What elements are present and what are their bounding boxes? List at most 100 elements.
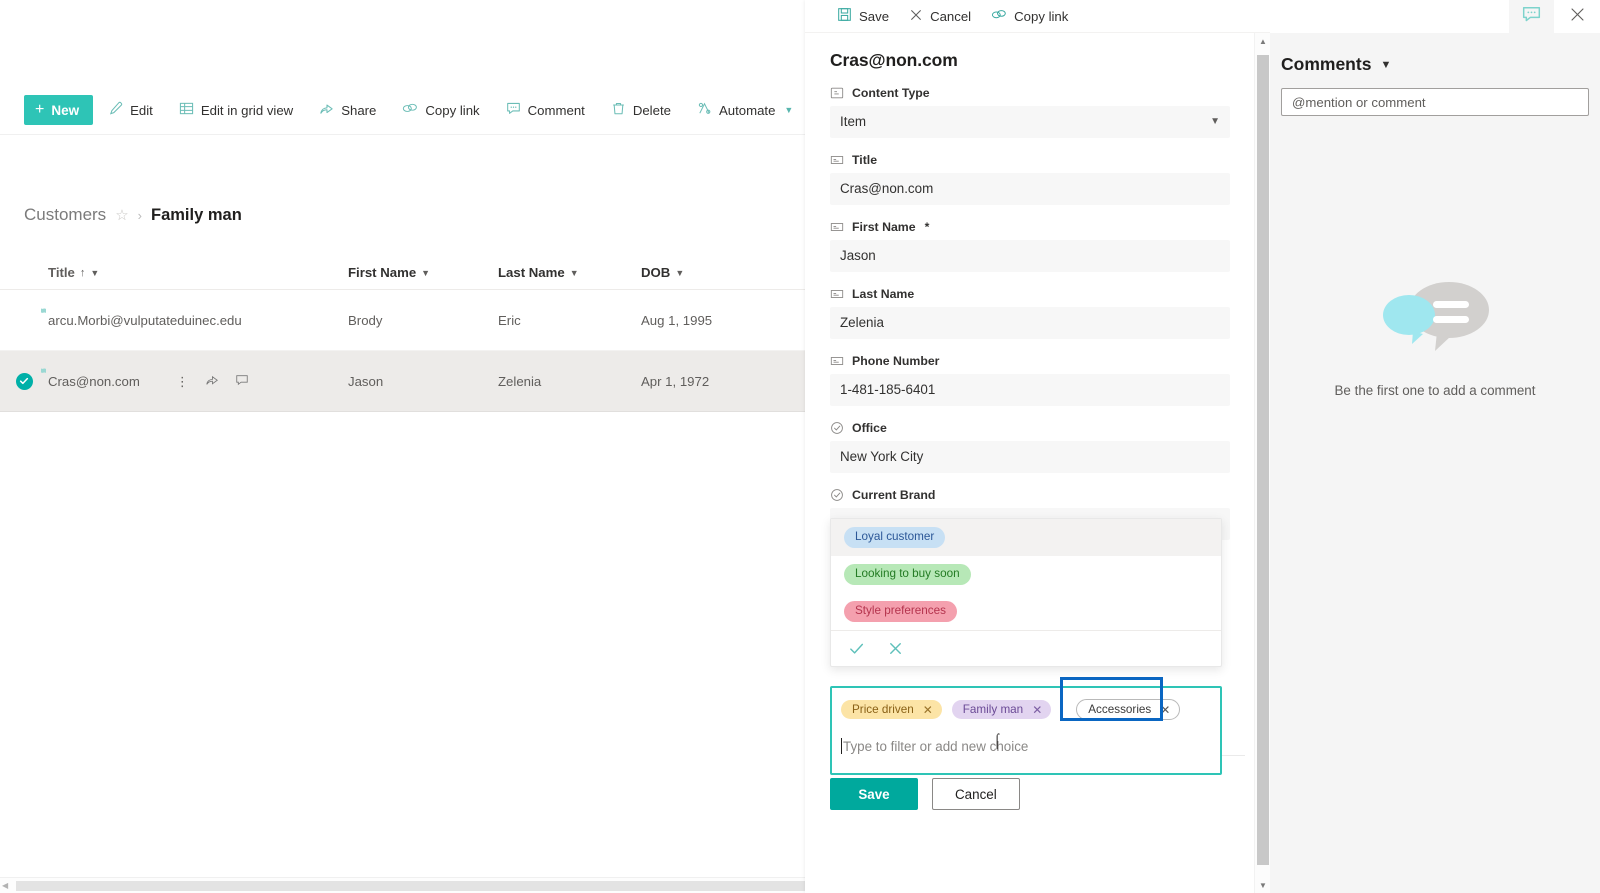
command-copy-link[interactable]: Copy link bbox=[391, 94, 490, 126]
first-name-input-value: Jason bbox=[840, 248, 876, 263]
command-delete[interactable]: Delete bbox=[600, 94, 682, 126]
scrollbar-thumb[interactable] bbox=[1257, 55, 1269, 865]
command-share[interactable]: Share bbox=[308, 94, 387, 126]
favorite-star-icon[interactable]: ☆ bbox=[115, 206, 128, 224]
table-row[interactable]: Cras@non.com ⋮ Jason Zelenia Apr 1, 1972 bbox=[0, 351, 805, 412]
choice-option-looking-to-buy-soon[interactable]: Looking to buy soon bbox=[831, 556, 1221, 593]
field-office: Office New York City bbox=[805, 406, 1270, 473]
form-copy-link-label: Copy link bbox=[1014, 8, 1069, 24]
row-title-cell[interactable]: Cras@non.com ⋮ bbox=[41, 367, 348, 390]
required-asterisk: * bbox=[924, 220, 930, 234]
chevron-down-icon[interactable]: ▼ bbox=[675, 268, 684, 278]
field-title: Title Cras@non.com bbox=[805, 138, 1270, 205]
field-current-brand-label-row: Current Brand bbox=[830, 488, 1230, 502]
text-caret bbox=[841, 738, 842, 754]
form-cancel-command[interactable]: Cancel bbox=[899, 1, 981, 31]
tag-family-man[interactable]: Family man ✕ bbox=[951, 700, 1052, 719]
form-cancel-button[interactable]: Cancel bbox=[932, 778, 1020, 810]
form-save-command[interactable]: Save bbox=[827, 1, 899, 31]
list-command-bar: + New Edit Edit in grid view Share Copy … bbox=[0, 86, 805, 135]
scroll-down-icon[interactable]: ▼ bbox=[1255, 877, 1270, 893]
close-icon[interactable] bbox=[887, 640, 904, 657]
column-header-first-name-label: First Name bbox=[348, 265, 417, 280]
comment-input[interactable]: @mention or comment bbox=[1281, 88, 1589, 116]
close-panel-button[interactable] bbox=[1554, 0, 1600, 33]
phone-number-input[interactable]: 1-481-185-6401 bbox=[830, 374, 1230, 406]
close-icon[interactable]: ✕ bbox=[1160, 704, 1170, 716]
automate-icon bbox=[697, 101, 712, 119]
tag-accessories-label: Accessories bbox=[1088, 703, 1152, 716]
scroll-left-icon[interactable]: ◀ bbox=[2, 881, 8, 890]
check-icon[interactable] bbox=[848, 640, 865, 657]
checkmark-circle-icon[interactable] bbox=[15, 372, 33, 390]
tag-picker-box[interactable]: Price driven ✕ Family man ✕ Accessories … bbox=[830, 677, 1222, 775]
column-header-first-name[interactable]: First Name ▼ bbox=[348, 265, 498, 280]
new-button[interactable]: + New bbox=[24, 95, 94, 125]
choice-icon bbox=[830, 421, 844, 435]
scrollbar-thumb[interactable] bbox=[16, 880, 805, 891]
tag-price-driven[interactable]: Price driven ✕ bbox=[841, 700, 942, 719]
share-icon[interactable] bbox=[205, 373, 219, 390]
table-row[interactable]: arcu.Morbi@vulputateduinec.edu Brody Eri… bbox=[0, 290, 805, 351]
command-comment[interactable]: Comment bbox=[495, 94, 596, 126]
field-content-type: Content Type Item ▼ bbox=[805, 71, 1270, 138]
office-input[interactable]: New York City bbox=[830, 441, 1230, 473]
tag-family-man-label: Family man bbox=[962, 703, 1024, 716]
comment-icon[interactable] bbox=[235, 373, 249, 390]
tag-picker-input[interactable]: Type to filter or add new choice bbox=[841, 734, 1211, 758]
list-horizontal-scrollbar[interactable]: ◀ bbox=[0, 877, 805, 893]
tag-picker-selected-tags: Price driven ✕ Family man ✕ Accessories … bbox=[832, 688, 1220, 720]
comments-heading-row: Comments ▼ bbox=[1270, 33, 1600, 75]
row-first-name-cell: Brody bbox=[348, 312, 383, 328]
command-edit-in-grid-view[interactable]: Edit in grid view bbox=[168, 94, 304, 126]
column-header-title[interactable]: Title ↑ ▼ bbox=[48, 265, 348, 280]
scroll-up-icon[interactable]: ▲ bbox=[1255, 33, 1270, 49]
column-header-last-name[interactable]: Last Name ▼ bbox=[498, 265, 641, 280]
phone-number-input-value: 1-481-185-6401 bbox=[840, 382, 936, 397]
chevron-down-icon[interactable]: ▼ bbox=[1210, 116, 1220, 127]
first-name-input[interactable]: Jason bbox=[830, 240, 1230, 272]
command-edit-grid-label: Edit in grid view bbox=[200, 102, 294, 118]
sort-ascending-icon: ↑ bbox=[79, 266, 86, 279]
share-icon bbox=[319, 101, 334, 119]
command-edit[interactable]: Edit bbox=[97, 94, 164, 126]
comments-empty-message: Be the first one to add a comment bbox=[1334, 383, 1536, 398]
command-delete-label: Delete bbox=[632, 102, 671, 118]
link-icon bbox=[402, 101, 418, 119]
chevron-down-icon[interactable]: ▼ bbox=[90, 268, 99, 278]
choice-option-loyal-customer[interactable]: Loyal customer bbox=[831, 519, 1221, 556]
form-copy-link-command[interactable]: Copy link bbox=[981, 1, 1078, 31]
breadcrumb-root-link[interactable]: Customers bbox=[24, 205, 106, 225]
tag-accessories[interactable]: Accessories ✕ bbox=[1076, 699, 1181, 720]
more-icon[interactable]: ⋮ bbox=[176, 375, 189, 388]
close-icon[interactable]: ✕ bbox=[1032, 704, 1042, 716]
chevron-down-icon[interactable]: ▼ bbox=[421, 268, 430, 278]
comments-pane: Comments ▼ @mention or comment Be the fi… bbox=[1270, 0, 1600, 893]
choice-option-style-preferences[interactable]: Style preferences bbox=[831, 593, 1221, 630]
flag-icon bbox=[38, 366, 50, 381]
row-actions: ⋮ bbox=[176, 373, 249, 390]
column-header-dob[interactable]: DOB ▼ bbox=[641, 265, 791, 280]
field-last-name-label-row: Last Name bbox=[830, 287, 1230, 301]
form-vertical-scrollbar[interactable]: ▲ ▼ bbox=[1254, 33, 1270, 893]
list-table-header: Title ↑ ▼ First Name ▼ Last Name ▼ DOB ▼ bbox=[0, 256, 805, 290]
chevron-down-icon[interactable]: ▼ bbox=[570, 268, 579, 278]
command-automate-label: Automate bbox=[718, 102, 776, 118]
command-copy-link-label: Copy link bbox=[425, 102, 480, 118]
form-save-button[interactable]: Save bbox=[830, 778, 918, 810]
close-icon[interactable]: ✕ bbox=[923, 704, 933, 716]
comments-toggle-button[interactable] bbox=[1509, 0, 1554, 33]
content-type-dropdown[interactable]: Item ▼ bbox=[830, 106, 1230, 138]
title-input-value: Cras@non.com bbox=[840, 181, 934, 196]
last-name-input[interactable]: Zelenia bbox=[830, 307, 1230, 339]
last-name-input-value: Zelenia bbox=[840, 315, 884, 330]
field-last-name-label: Last Name bbox=[852, 287, 915, 301]
form-item-title: Cras@non.com bbox=[830, 50, 958, 70]
choice-picker-callout: Loyal customer Looking to buy soon Style… bbox=[830, 518, 1222, 667]
row-last-name-cell: Eric bbox=[498, 312, 521, 328]
chevron-down-icon[interactable]: ▼ bbox=[1380, 59, 1391, 71]
command-automate[interactable]: Automate ▼ bbox=[686, 94, 804, 126]
text-field-icon bbox=[830, 220, 844, 234]
row-title-cell[interactable]: arcu.Morbi@vulputateduinec.edu bbox=[41, 307, 348, 328]
title-input[interactable]: Cras@non.com bbox=[830, 173, 1230, 205]
